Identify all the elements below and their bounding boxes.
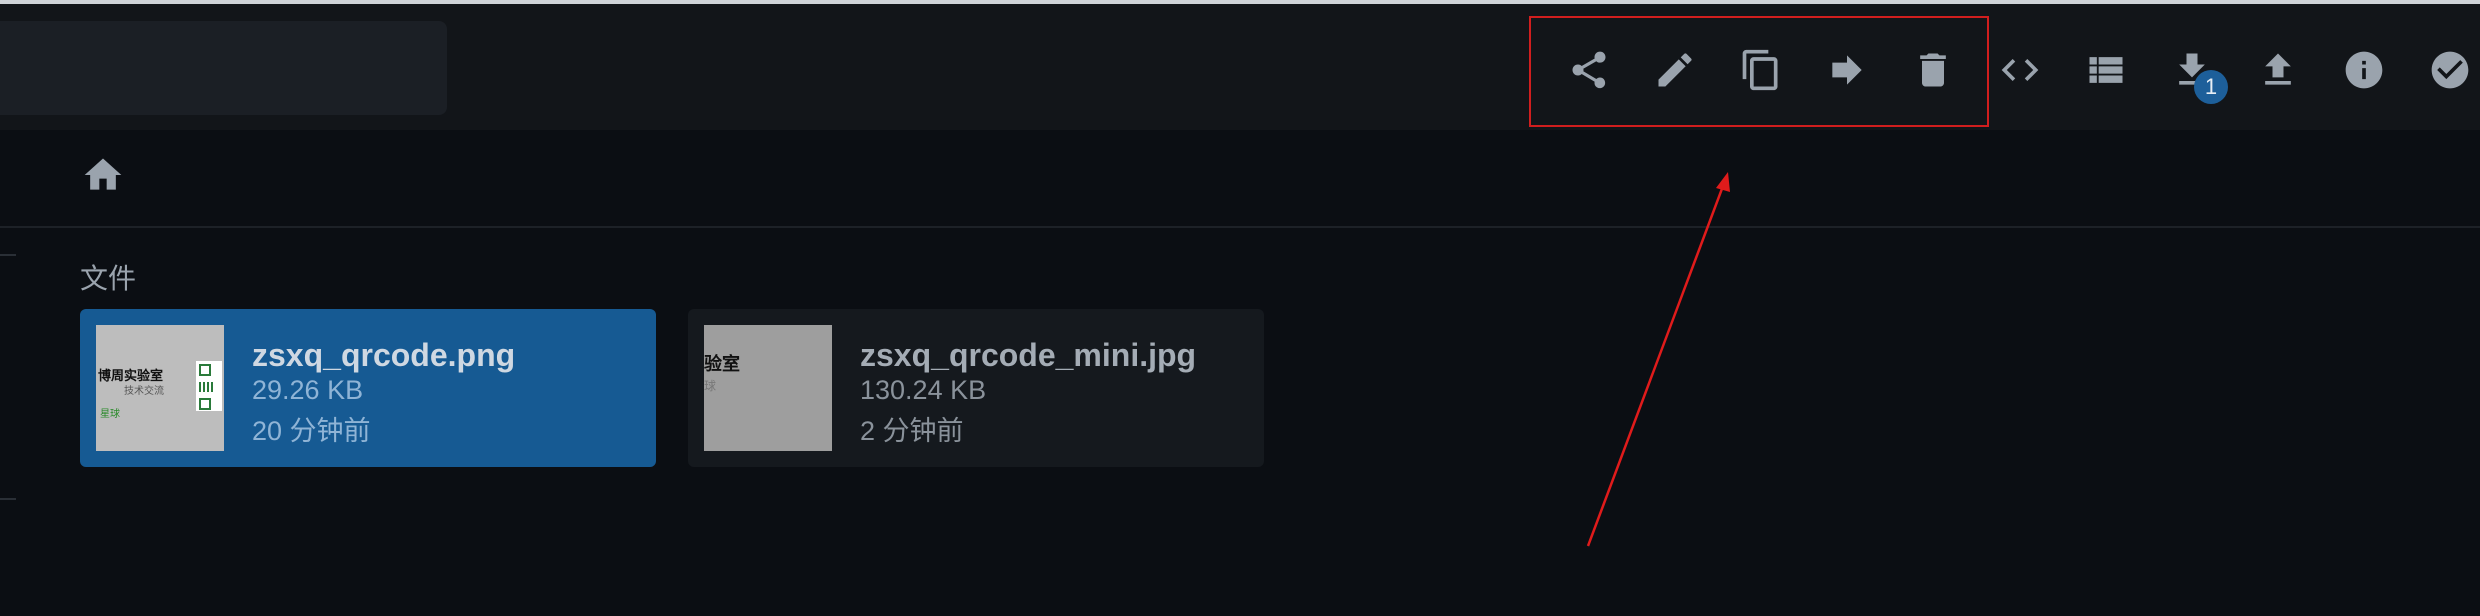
file-card-zsxq-qrcode-mini-jpg[interactable]: 验室 球 zsxq_qrcode_mini.jpg 130.24 KB 2 分钟… — [688, 309, 1264, 467]
file-card-zsxq-qrcode-png[interactable]: 博周实验室 技术交流 星球 zsxq_qrcode.png 29.26 KB 2… — [80, 309, 656, 467]
file-modified: 2 分钟前 — [860, 416, 964, 446]
list-view-icon — [2089, 57, 2123, 83]
select-icon — [2431, 51, 2469, 89]
sidebar-edge-mark — [0, 498, 16, 500]
file-size: 130.24 KB — [860, 375, 987, 405]
upload-icon — [2265, 53, 2291, 85]
move-button[interactable] — [1817, 40, 1877, 100]
share-button[interactable] — [1559, 40, 1619, 100]
breadcrumb — [0, 130, 2480, 226]
select-button[interactable] — [2420, 40, 2480, 100]
sidebar-edge-mark — [0, 254, 16, 256]
divider — [0, 226, 2480, 228]
qr-code-image — [196, 361, 222, 411]
delete-button[interactable] — [1903, 40, 1963, 100]
copy-icon — [1742, 49, 1778, 91]
code-icon — [2001, 59, 2039, 81]
files-section-title: 文件 — [80, 263, 137, 294]
file-thumbnail: 验室 球 — [704, 325, 832, 451]
info-button[interactable] — [2334, 40, 2394, 100]
rename-button[interactable] — [1645, 40, 1705, 100]
upload-button[interactable] — [2248, 40, 2308, 100]
copy-button[interactable] — [1731, 40, 1791, 100]
move-icon — [1832, 55, 1862, 85]
file-size: 29.26 KB — [252, 375, 364, 405]
file-thumbnail: 博周实验室 技术交流 星球 — [96, 325, 224, 451]
file-name: zsxq_qrcode_mini.jpg — [860, 337, 1197, 373]
home-icon — [84, 158, 122, 190]
search-bar[interactable] — [0, 21, 447, 115]
embed-code-button[interactable] — [1990, 40, 2050, 100]
file-modified: 20 分钟前 — [252, 416, 371, 446]
file-name: zsxq_qrcode.png — [252, 337, 516, 373]
edit-icon — [1658, 53, 1692, 87]
list-view-button[interactable] — [2076, 40, 2136, 100]
download-count-badge: 1 — [2194, 70, 2228, 104]
delete-icon — [1920, 53, 1946, 87]
info-icon — [2345, 51, 2383, 89]
share-icon — [1572, 51, 1606, 89]
breadcrumb-home[interactable] — [80, 152, 126, 198]
